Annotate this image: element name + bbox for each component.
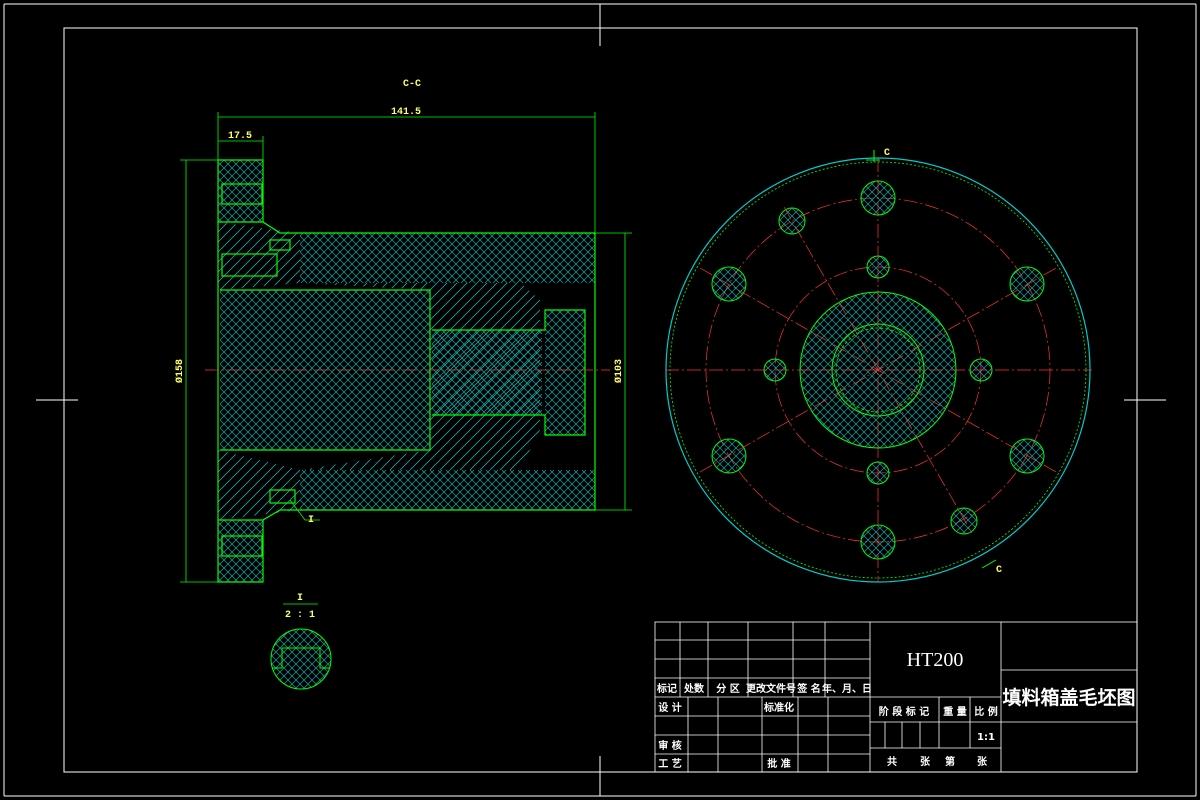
header-signature: 签 名 [796, 682, 820, 695]
cut-label-top: C [884, 148, 890, 159]
header-count: 处数 [683, 682, 705, 695]
row-process: 工 艺 [658, 757, 681, 770]
scale-value: 1:1 [977, 732, 995, 743]
hatch-regions [218, 160, 595, 582]
detail-view: I 2 : 1 [270, 593, 332, 690]
dim-total-length: 141.5 [391, 107, 421, 118]
section-label: C-C [403, 79, 421, 90]
dim-flange-thickness: 17.5 [228, 131, 252, 142]
weight-label: 重 量 [943, 705, 966, 718]
cad-drawing: C-C 141.5 17.5 Ø158 Ø103 I I 2: 1 C C H… [3, 3, 1197, 797]
detail-label: I [297, 593, 303, 604]
dim-body-diameter: Ø103 [613, 359, 625, 383]
header-change-doc: 更改文件号 [746, 682, 796, 695]
header-date: 年、月、日 [822, 682, 872, 695]
material-text: HT200 [907, 649, 964, 671]
row-design: 设 计 [658, 701, 681, 714]
end-view: C C [665, 148, 1092, 583]
header-mark: 标记 [656, 682, 677, 695]
section-view: C-C 141.5 17.5 Ø158 Ø103 I [174, 79, 632, 583]
detail-circle [270, 628, 332, 690]
row-standard: 标准化 [763, 701, 794, 714]
sheet-no: 第 [945, 755, 955, 768]
stage-mark: 阶 段 标 记 [879, 705, 929, 718]
cut-label-bottom: C [996, 565, 1002, 576]
scale-label: 比 例 [974, 705, 997, 718]
detail-marker: I [308, 515, 314, 526]
title-block: HT200 填料箱盖毛坯图 标记 处数 分 区 更改文件号 签 名 年、月、日 … [654, 621, 1138, 773]
sheets-total: 共 [887, 755, 897, 768]
drawing-frame [3, 3, 1197, 797]
end-view-centerlines [665, 158, 1092, 582]
row-approve: 批 准 [767, 757, 790, 770]
sheets-word: 张 [920, 755, 931, 768]
drawing-name: 填料箱盖毛坯图 [1002, 686, 1135, 709]
header-zone: 分 区 [716, 682, 739, 695]
row-review: 审 核 [658, 739, 681, 752]
detail-scale: 2 : 1 [285, 610, 315, 621]
dim-flange-diameter: Ø158 [174, 359, 186, 383]
sheet-word: 张 [977, 755, 988, 768]
